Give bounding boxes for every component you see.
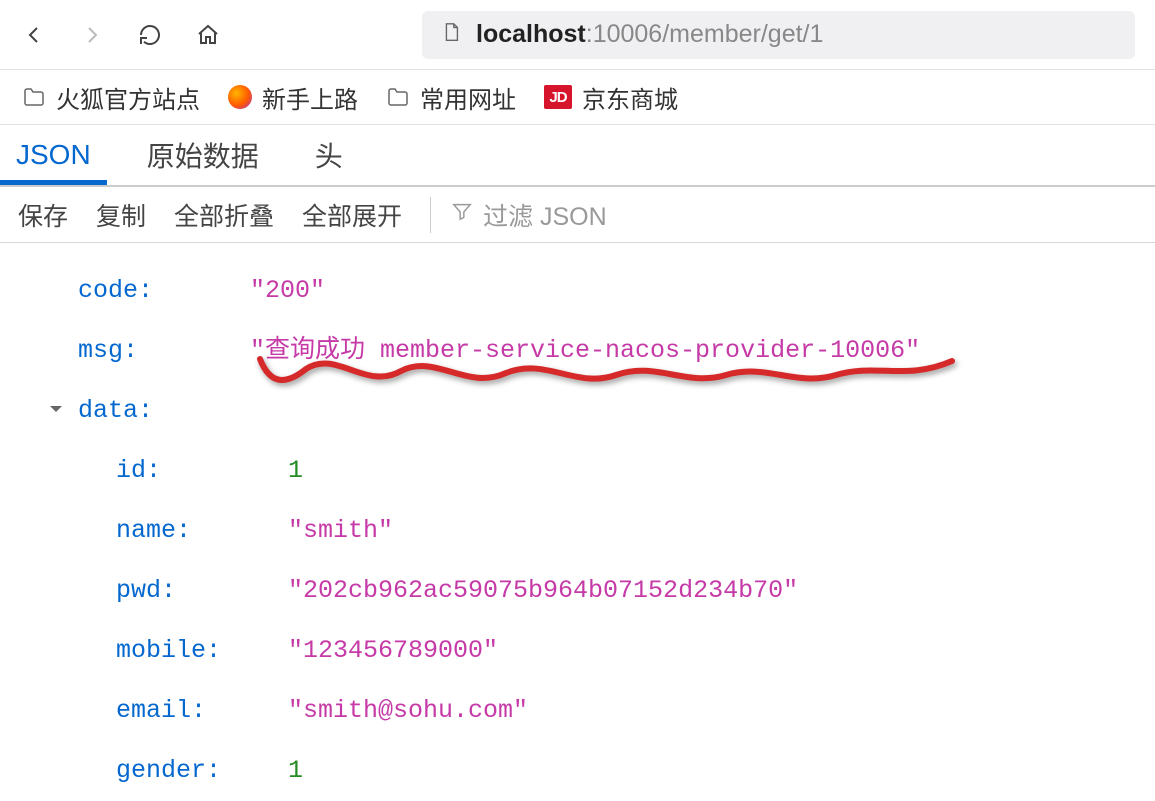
json-row[interactable]: id: 1 xyxy=(18,441,1155,501)
json-value: "200" xyxy=(250,271,325,311)
json-row[interactable]: msg: "查询成功 member-service-nacos-provider-… xyxy=(18,321,1155,381)
tab-headers[interactable]: 头 xyxy=(303,135,355,187)
page-icon xyxy=(440,21,462,48)
json-row[interactable]: code: "200" xyxy=(18,261,1155,321)
funnel-icon xyxy=(451,200,473,229)
collapse-all-button[interactable]: 全部折叠 xyxy=(174,197,274,233)
json-value: 1 xyxy=(288,451,303,491)
expand-all-button[interactable]: 全部展开 xyxy=(302,197,402,233)
bookmarks-bar: 火狐官方站点 新手上路 常用网址 JD 京东商城 xyxy=(0,70,1155,125)
json-row[interactable]: data: xyxy=(18,381,1155,441)
json-value: "smith@sohu.com" xyxy=(288,691,528,731)
json-key: mobile: xyxy=(116,636,221,665)
json-viewer: code: "200" msg: "查询成功 member-service-nacos… xyxy=(0,243,1155,801)
jd-icon: JD xyxy=(544,85,572,109)
url-text: localhost:10006/member/get/1 xyxy=(476,20,823,49)
json-toolbar: 保存 复制 全部折叠 全部展开 过滤 JSON xyxy=(0,187,1155,243)
tab-raw-data[interactable]: 原始数据 xyxy=(135,135,271,187)
json-key: name: xyxy=(116,516,191,545)
forward-button[interactable] xyxy=(78,21,106,49)
bookmark-label: 火狐官方站点 xyxy=(56,80,200,115)
firefox-icon xyxy=(228,85,252,109)
bookmark-item[interactable]: 新手上路 xyxy=(228,80,358,115)
json-row[interactable]: name: "smith" xyxy=(18,501,1155,561)
bookmark-item[interactable]: JD 京东商城 xyxy=(544,80,678,115)
json-row[interactable]: email: "smith@sohu.com" xyxy=(18,681,1155,741)
url-host: localhost xyxy=(476,20,586,48)
folder-icon xyxy=(386,85,410,109)
reload-button[interactable] xyxy=(136,21,164,49)
bookmark-label: 京东商城 xyxy=(582,80,678,115)
bookmark-item[interactable]: 常用网址 xyxy=(386,80,516,115)
json-row[interactable]: mobile: "123456789000" xyxy=(18,621,1155,681)
home-button[interactable] xyxy=(194,21,222,49)
json-row[interactable]: pwd: "202cb962ac59075b964b07152d234b70" xyxy=(18,561,1155,621)
save-button[interactable]: 保存 xyxy=(18,197,68,233)
json-key: id: xyxy=(116,456,161,485)
folder-icon xyxy=(22,85,46,109)
json-key: pwd: xyxy=(116,576,176,605)
json-value: 1 xyxy=(288,751,303,791)
back-button[interactable] xyxy=(20,21,48,49)
browser-nav-bar: localhost:10006/member/get/1 xyxy=(0,0,1155,70)
json-value: "202cb962ac59075b964b07152d234b70" xyxy=(288,571,798,611)
json-key: gender: xyxy=(116,756,221,785)
tab-json[interactable]: JSON xyxy=(4,139,103,183)
url-path: /member/get/1 xyxy=(662,20,823,48)
json-value: "smith" xyxy=(288,511,393,551)
address-bar[interactable]: localhost:10006/member/get/1 xyxy=(422,11,1135,59)
filter-input[interactable]: 过滤 JSON xyxy=(430,197,607,233)
json-key: msg: xyxy=(78,336,138,365)
json-row[interactable]: gender: 1 xyxy=(18,741,1155,801)
json-key: data: xyxy=(78,396,153,425)
bookmark-label: 常用网址 xyxy=(420,80,516,115)
copy-button[interactable]: 复制 xyxy=(96,197,146,233)
json-value: "123456789000" xyxy=(288,631,498,671)
json-value: "查询成功 member-service-nacos-provider-1000… xyxy=(250,331,920,371)
bookmark-label: 新手上路 xyxy=(262,80,358,115)
bookmark-item[interactable]: 火狐官方站点 xyxy=(22,80,200,115)
expand-toggle-icon[interactable] xyxy=(48,401,78,417)
nav-controls xyxy=(20,21,222,49)
filter-placeholder: 过滤 JSON xyxy=(483,197,607,233)
json-key: email: xyxy=(116,696,206,725)
url-port: :10006 xyxy=(586,20,662,48)
viewer-tabs: JSON 原始数据头 xyxy=(0,125,1155,187)
json-key: code: xyxy=(78,276,153,305)
